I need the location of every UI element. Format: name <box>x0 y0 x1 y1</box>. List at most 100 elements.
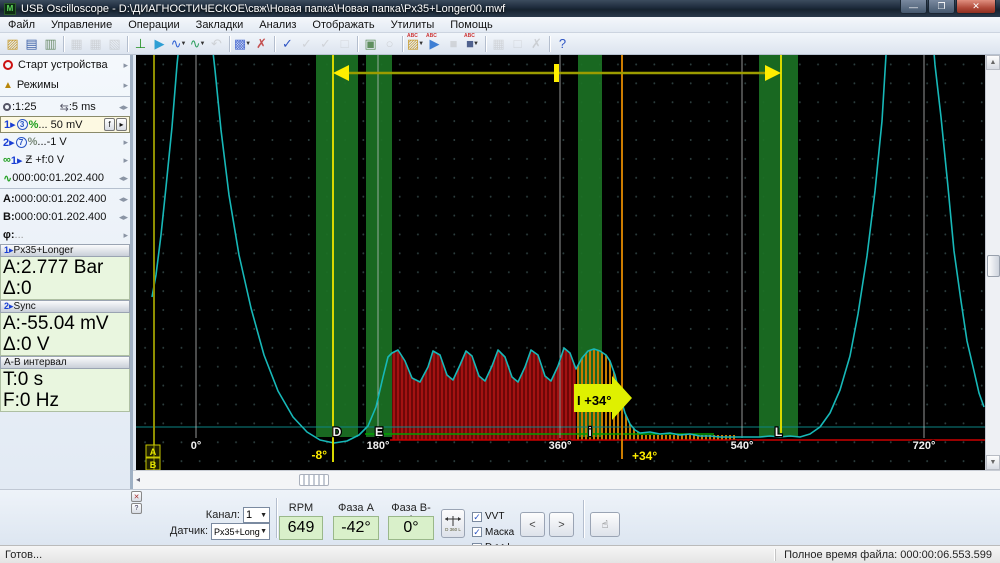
svg-text:0°: 0° <box>191 440 202 452</box>
maximize-button[interactable]: ❐ <box>928 0 955 14</box>
menu-закладки[interactable]: Закладки <box>188 18 252 32</box>
svg-text:360°: 360° <box>549 440 572 452</box>
channel-2-number: 2▸ <box>3 136 15 149</box>
left-right-arrows-icon[interactable]: ◂▸ <box>119 173 128 184</box>
pan-hand-button[interactable]: ☝ <box>590 512 620 537</box>
d360l-measure-button[interactable]: D 360 L <box>441 509 465 538</box>
minimize-button[interactable]: — <box>900 0 927 14</box>
svg-text:+34°: +34° <box>632 449 657 463</box>
toolbar-separator <box>63 35 64 52</box>
scope-waveform: I +34° D Ei L 0° 180° 360° 540° 720° -8° +34° AB <box>136 55 985 470</box>
zoom-timebase-row[interactable]: :1:25 ⇆ :5 ms ◂▸ <box>0 98 130 116</box>
scroll-down-icon[interactable]: ▼ <box>986 455 1000 470</box>
run-script-icon[interactable]: ▶ ABC <box>425 33 444 53</box>
menu-операции[interactable]: Операции <box>120 18 187 32</box>
menu-помощь[interactable]: Помощь <box>442 18 501 32</box>
help-icon[interactable]: ? <box>553 34 572 53</box>
power-icon <box>3 60 13 70</box>
vertical-scrollbar[interactable]: ▲ ▼ <box>985 55 1000 470</box>
prev-button[interactable]: < <box>520 512 545 537</box>
next-button[interactable]: > <box>549 512 574 537</box>
splitter-grip[interactable] <box>299 474 329 486</box>
close-button[interactable]: ✕ <box>956 0 996 14</box>
measure-2-delta: Δ:0 V <box>3 334 50 355</box>
cursor-b-row[interactable]: B: 000:00:01.202.400 ◂▸ <box>0 208 130 226</box>
left-right-arrows-icon[interactable]: ◂▸ <box>119 194 128 205</box>
report-page-icon: □ <box>340 36 349 51</box>
channel-1-f-button[interactable]: f <box>104 118 115 131</box>
checkbox-vvt[interactable]: ✓ VVT <box>472 511 504 522</box>
left-right-arrows-icon[interactable]: ◂▸ <box>119 212 128 223</box>
sensor-label: Датчик: <box>169 525 208 537</box>
phase-label: φ: <box>3 229 15 241</box>
cursor-mode-icon[interactable]: ▶ <box>150 34 169 53</box>
sensor-select[interactable]: Px35+Long ▼ <box>211 523 270 540</box>
chevron-right-icon[interactable]: ▸ <box>123 60 128 71</box>
chevron-right-icon[interactable]: ▸ <box>123 137 128 148</box>
measure-2-value: A:-55.04 mV <box>3 313 109 334</box>
menu-файл[interactable]: Файл <box>0 18 43 32</box>
toolbar-separator <box>549 35 550 52</box>
menu-отображать[interactable]: Отображать <box>304 18 382 32</box>
channel-1-number: 1▸ <box>4 119 16 131</box>
chevron-right-icon[interactable]: ▸ <box>123 80 128 91</box>
modes-icon: ▲ <box>3 79 13 91</box>
open-file-icon[interactable]: ▨ <box>3 34 22 53</box>
title-bar: M USB Oscilloscope - D:\ДИАГНОСТИЧЕСКОЕ\… <box>0 0 1000 17</box>
svg-text:i: i <box>588 425 591 439</box>
chevron-right-icon[interactable]: ▸ <box>123 155 128 166</box>
measure-panel-1: A:2.777 Bar Δ:0 <box>0 257 130 300</box>
cursor-a-label: A: <box>3 193 15 205</box>
menu-утилиты[interactable]: Утилиты <box>383 18 443 32</box>
zoom-icon <box>3 103 11 111</box>
close-panel-button[interactable]: ✕ <box>131 491 142 502</box>
svg-text:L: L <box>775 425 782 439</box>
channel-1-row[interactable]: 1▸ 3 % ... 50 mV f ▸ <box>0 116 130 133</box>
apply-check-icon[interactable]: ✓ <box>278 34 297 53</box>
open-script-icon[interactable]: ▨ ABC ▼ <box>406 33 425 53</box>
ground-icon[interactable]: ⊥ <box>131 34 150 53</box>
menu-анализ[interactable]: Анализ <box>251 18 304 32</box>
file-total-time: Полное время файла: 000:00:06.553.599 <box>775 548 1000 561</box>
phase-value: ... <box>14 229 24 241</box>
saved-image-icon: ▦ <box>492 35 505 51</box>
sync-row[interactable]: ∞ 1▸ Ƶ +f:0 V ▸ <box>0 151 130 169</box>
menu-управление[interactable]: Управление <box>43 18 120 32</box>
chevron-right-icon[interactable]: ▸ <box>123 230 128 241</box>
print-icon[interactable]: ▥ <box>41 34 60 53</box>
bottom-panel: ✕ ? Канал: 1 ▼ Датчик: Px35+Long ▼ RPM 649… <box>0 489 1000 553</box>
export-image-icon[interactable]: ▣ <box>361 34 380 53</box>
measure-3-time: T:0 s <box>3 369 44 390</box>
trigger-slope-icon: Ƶ <box>25 154 33 166</box>
cursor-a-row[interactable]: A: 000:00:01.202.400 ◂▸ <box>0 190 130 208</box>
modes-row[interactable]: ▲ Режимы ▸ <box>0 75 130 95</box>
channel-1-expand-button[interactable]: ▸ <box>116 118 127 131</box>
cursor-time: 000:00:01.202.400 <box>12 172 104 184</box>
app-icon: M <box>4 2 16 15</box>
channel-setup-icon[interactable]: ∿ ▼ <box>169 34 188 53</box>
scroll-left-icon[interactable]: ◂ <box>136 475 140 484</box>
analysis-chart-icon[interactable]: ▩ ▼ <box>233 34 252 53</box>
panel-mode-icon[interactable]: ■ ABC ▼ <box>463 33 482 53</box>
modes-label: Режимы <box>16 79 59 91</box>
channel-1-range: ... 50 mV <box>38 118 83 131</box>
svg-text:I +34°: I +34° <box>577 393 611 408</box>
start-device-label: Старт устройства <box>18 59 108 71</box>
scope-plot[interactable]: I +34° D Ei L 0° 180° 360° 540° 720° -8° +34° A B <box>136 55 985 470</box>
cursor-time-row[interactable]: ∿ 000:00:01.202.400 ◂▸ <box>0 169 130 187</box>
signal-view-icon[interactable]: ∿ ▼ <box>188 34 207 53</box>
measure-panel-3: T:0 s F:0 Hz <box>0 369 130 412</box>
measure-1-value: A:2.777 Bar <box>3 257 104 278</box>
left-right-arrows-icon[interactable]: ◂▸ <box>119 102 128 113</box>
save-file-icon[interactable]: ▤ <box>22 34 41 53</box>
start-device-row[interactable]: Старт устройства ▸ <box>0 55 130 75</box>
toolbar-separator <box>274 35 275 52</box>
channel-select[interactable]: 1 ▼ <box>243 507 270 523</box>
clear-signal-icon[interactable]: ✗ <box>252 34 271 53</box>
scrollbar-thumb[interactable] <box>987 255 1000 277</box>
channel-2-row[interactable]: 2▸ 7 % ...-1 V ▸ <box>0 133 130 151</box>
scroll-up-icon[interactable]: ▲ <box>986 55 1000 70</box>
help-panel-button[interactable]: ? <box>131 503 142 514</box>
checkbox-маска[interactable]: ✓ Маска <box>472 527 514 538</box>
phase-row[interactable]: φ: ... ▸ <box>0 226 130 244</box>
